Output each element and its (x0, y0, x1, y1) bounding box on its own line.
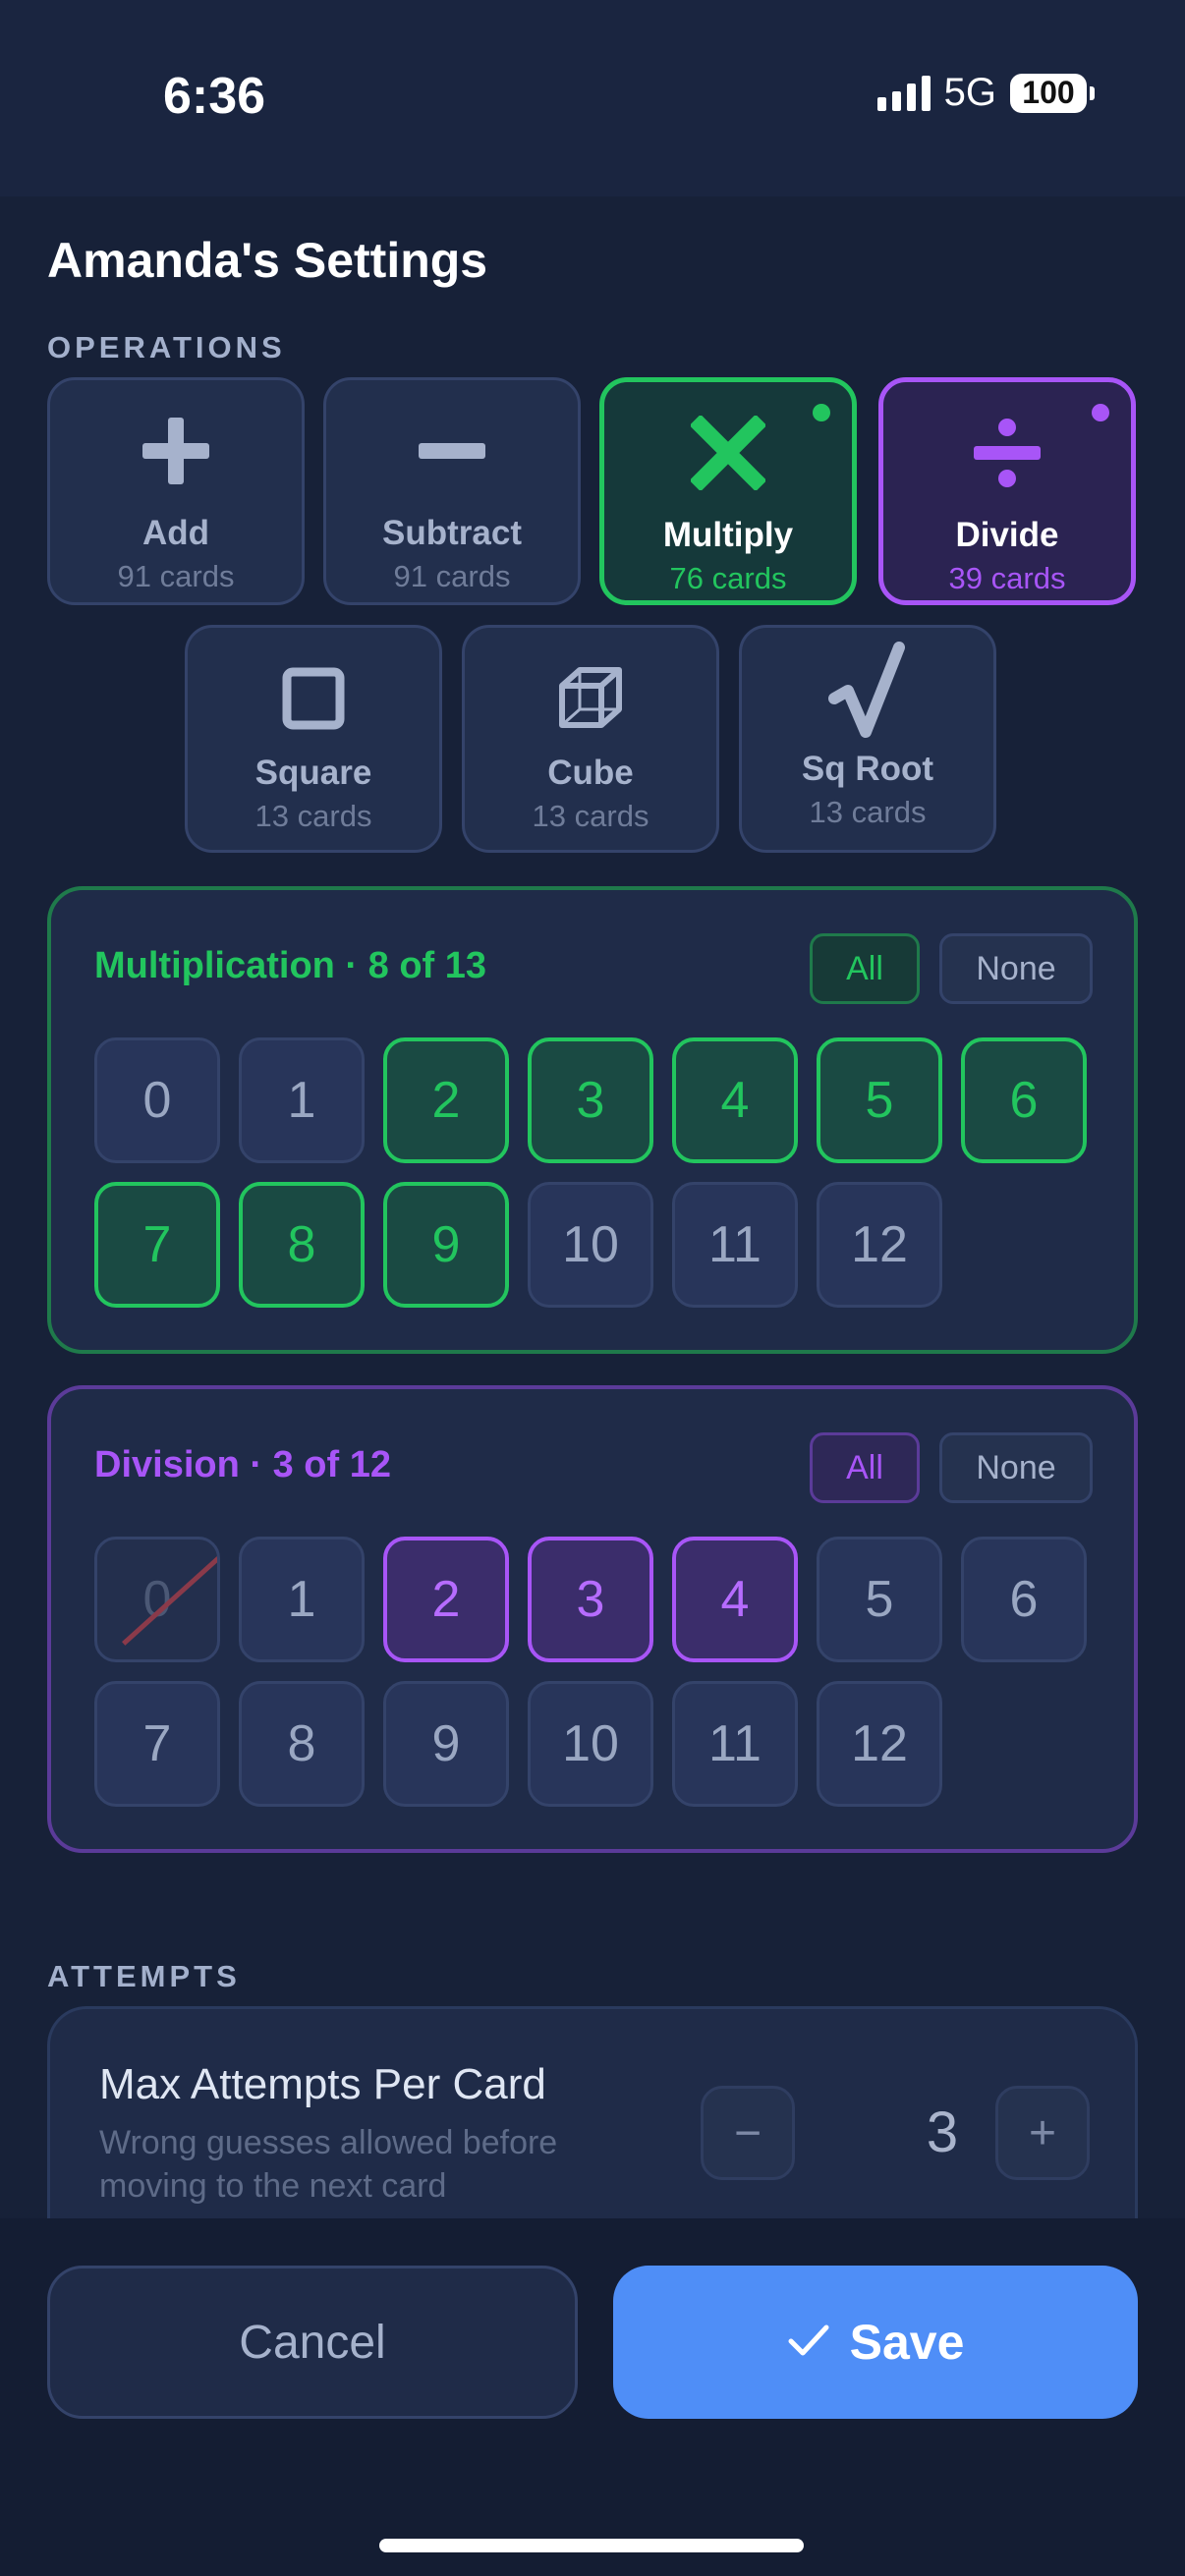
active-dot (1092, 404, 1109, 421)
op-tile-subtract[interactable]: Subtract 91 cards (323, 377, 581, 605)
square-icon (272, 657, 355, 740)
multiplication-number-2[interactable]: 2 (383, 1037, 509, 1163)
op-tile-multiply[interactable]: Multiply 76 cards (599, 377, 857, 605)
division-none-button[interactable]: None (939, 1432, 1093, 1503)
division-number-3[interactable]: 3 (528, 1537, 653, 1662)
plus-icon (135, 410, 217, 492)
division-number-4[interactable]: 4 (672, 1537, 798, 1662)
status-time: 6:36 (163, 68, 266, 125)
division-number-1[interactable]: 1 (239, 1537, 365, 1662)
multiplication-number-0[interactable]: 0 (94, 1037, 220, 1163)
multiplication-number-7[interactable]: 7 (94, 1182, 220, 1308)
network-label: 5G (943, 71, 996, 114)
division-number-6[interactable]: 6 (961, 1537, 1087, 1662)
multiplication-number-12[interactable]: 12 (817, 1182, 942, 1308)
signal-icon (876, 75, 931, 111)
attempts-section-label: ATTEMPTS (47, 1959, 241, 1993)
multiplication-number-10[interactable]: 10 (528, 1182, 653, 1308)
multiplication-number-1[interactable]: 1 (239, 1037, 365, 1163)
home-indicator (379, 2539, 804, 2552)
division-all-button[interactable]: All (810, 1432, 920, 1503)
op-tile-square[interactable]: Square 13 cards (185, 625, 442, 853)
minus-icon (411, 410, 493, 492)
multiplication-title: Multiplication · 8 of 13 (94, 945, 487, 986)
op-name: Sq Root (801, 750, 934, 788)
division-number-9[interactable]: 9 (383, 1681, 509, 1807)
division-number-12[interactable]: 12 (817, 1681, 942, 1807)
multiplication-number-8[interactable]: 8 (239, 1182, 365, 1308)
status-indicators: 5G 100 (876, 71, 1095, 115)
op-count: 91 cards (393, 559, 511, 593)
op-tile-add[interactable]: Add 91 cards (47, 377, 305, 605)
op-tile-divide[interactable]: Divide 39 cards (878, 377, 1136, 605)
decrement-button[interactable]: − (701, 2086, 795, 2180)
multiplication-number-5[interactable]: 5 (817, 1037, 942, 1163)
division-number-2[interactable]: 2 (383, 1537, 509, 1662)
division-number-11[interactable]: 11 (672, 1681, 798, 1807)
attempts-title: Max Attempts Per Card (99, 2060, 546, 2108)
active-dot (813, 404, 830, 421)
op-name: Divide (955, 516, 1059, 554)
multiply-icon (687, 412, 769, 494)
division-number-5[interactable]: 5 (817, 1537, 942, 1662)
op-name: Square (254, 754, 372, 792)
division-number-8[interactable]: 8 (239, 1681, 365, 1807)
multiplication-number-6[interactable]: 6 (961, 1037, 1087, 1163)
attempts-value: 3 (926, 2100, 959, 2164)
division-panel: Division · 3 of 12 All None 0 1 2 3 4 5 6 7 8 9 10… (47, 1385, 1138, 1853)
multiplication-all-button[interactable]: All (810, 933, 920, 1004)
status-bar: 6:36 5G 100 (0, 0, 1185, 196)
divide-icon (966, 412, 1048, 494)
attempts-card: Max Attempts Per Card Wrong guesses allo… (47, 2006, 1138, 2232)
op-name: Add (141, 514, 210, 552)
op-count: 91 cards (117, 559, 235, 593)
op-count: 13 cards (809, 795, 927, 829)
cancel-button[interactable]: Cancel (47, 2266, 578, 2419)
op-count: 13 cards (254, 799, 372, 833)
multiplication-number-9[interactable]: 9 (383, 1182, 509, 1308)
checkmark-icon (787, 2314, 830, 2371)
multiplication-panel: Multiplication · 8 of 13 All None 012345… (47, 886, 1138, 1354)
multiplication-number-3[interactable]: 3 (528, 1037, 653, 1163)
page-title: Amanda's Settings (47, 233, 488, 288)
cube-icon (549, 657, 632, 740)
division-number-10[interactable]: 10 (528, 1681, 653, 1807)
op-name: Multiply (662, 516, 794, 554)
division-number-7[interactable]: 7 (94, 1681, 220, 1807)
multiplication-number-11[interactable]: 11 (672, 1182, 798, 1308)
op-name: Cube (547, 754, 634, 792)
operations-section-label: OPERATIONS (47, 330, 286, 364)
op-count: 13 cards (532, 799, 649, 833)
op-tile-cube[interactable]: Cube 13 cards (462, 625, 719, 853)
multiplication-none-button[interactable]: None (939, 933, 1093, 1004)
division-title: Division · 3 of 12 (94, 1444, 391, 1485)
cancel-label: Cancel (239, 2316, 386, 2369)
op-name: Subtract (382, 514, 522, 552)
save-label: Save (849, 2315, 965, 2370)
division-number-0[interactable]: 0 (94, 1537, 220, 1662)
save-button[interactable]: Save (613, 2266, 1138, 2419)
op-count: 76 cards (669, 561, 787, 595)
battery-icon: 100 (1010, 73, 1095, 113)
increment-button[interactable]: + (995, 2086, 1090, 2180)
op-tile-sq-root[interactable]: Sq Root 13 cards (739, 625, 996, 853)
op-count: 39 cards (948, 561, 1066, 595)
attempts-subtitle: Wrong guesses allowed before moving to t… (99, 2124, 558, 2205)
multiplication-number-4[interactable]: 4 (672, 1037, 798, 1163)
sq-root-icon (826, 642, 909, 740)
